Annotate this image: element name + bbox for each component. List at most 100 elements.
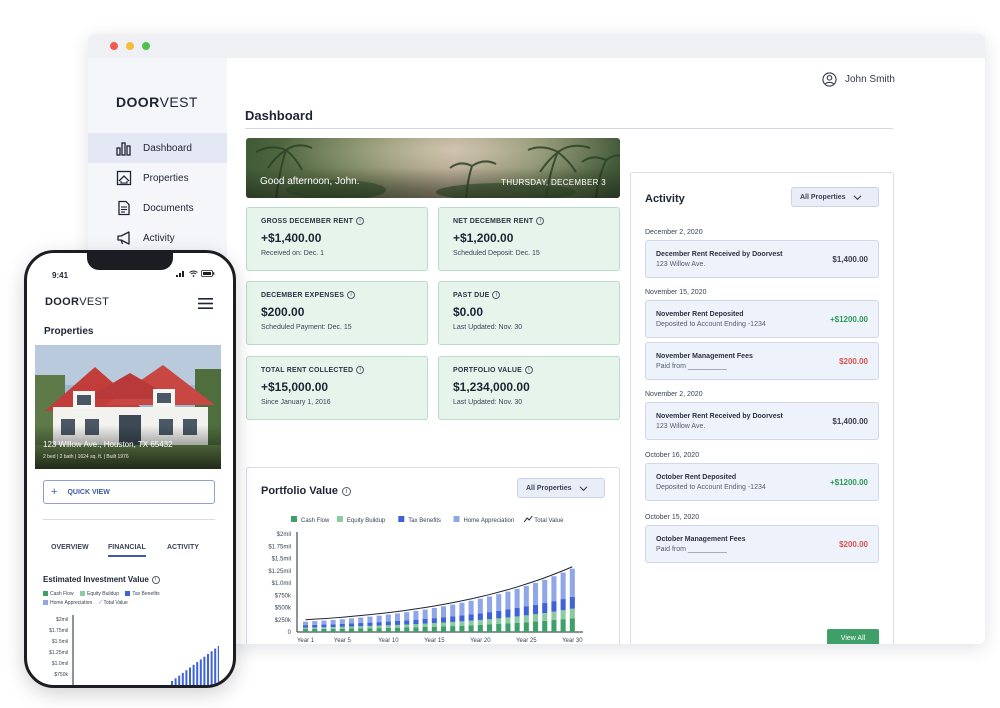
bar-segment: [395, 624, 401, 628]
activity-item[interactable]: October Rent Deposited Deposited to Acco…: [645, 463, 879, 501]
bar-segment: [496, 594, 502, 611]
info-icon[interactable]: i: [536, 217, 545, 225]
phone-page-title: Properties: [44, 326, 94, 337]
activity-item-desc: Paid from __________: [656, 546, 727, 553]
card-subtext: Scheduled Payment: Dec. 15: [261, 324, 352, 331]
close-window-button[interactable]: [110, 42, 118, 50]
y-tick-label: $1.25mil: [268, 569, 291, 575]
user-menu[interactable]: John Smith: [822, 72, 895, 87]
bar-segment: [367, 628, 373, 632]
bar-segment: [358, 623, 364, 627]
view-all-button[interactable]: View All: [827, 629, 879, 644]
info-icon[interactable]: i: [356, 217, 365, 225]
phone-bar: [174, 678, 177, 685]
activity-item-desc: Deposited to Account Ending -1234: [656, 484, 766, 491]
bar-segment: [404, 624, 410, 628]
bar-segment: [459, 625, 465, 632]
activity-item-amount: +$1200.00: [829, 478, 868, 487]
phone-bar: [199, 659, 202, 685]
activity-item[interactable]: December Rent Received by Doorvest 123 W…: [645, 240, 879, 278]
summary-card-past-due: PAST DUE i $0.00 Last Updated: Nov. 30: [438, 281, 620, 345]
x-tick-label: Year 5: [334, 638, 352, 644]
bar-segment: [404, 627, 410, 632]
summary-card-gross-rent: GROSS DECEMBER RENT i +$1,400.00 Received…: [246, 207, 428, 271]
activity-property-filter[interactable]: All Properties: [791, 187, 879, 207]
bar-segment: [514, 622, 520, 632]
quick-view-label: QUICK VIEW: [67, 488, 110, 496]
phone-bar: [210, 651, 213, 685]
activity-item[interactable]: October Management Fees Paid from ______…: [645, 525, 879, 563]
activity-item[interactable]: November Management Fees Paid from _____…: [645, 342, 879, 380]
bar-segment: [349, 618, 355, 624]
sidebar-item-dashboard[interactable]: Dashboard: [88, 133, 227, 163]
bar-segment: [569, 596, 575, 609]
activity-item-title: November Rent Received by Doorvest: [656, 413, 783, 420]
sidebar-item-activity[interactable]: Activity: [88, 223, 227, 253]
bar-segment: [339, 626, 345, 629]
summary-card-expenses: DECEMBER EXPENSES i $200.00 Scheduled Pay…: [246, 281, 428, 345]
summary-card-portfolio-value: PORTFOLIO VALUE i $1,234,000.00 Last Upda…: [438, 356, 620, 420]
bar-segment: [413, 627, 419, 632]
activity-item-title: October Management Fees: [656, 536, 746, 543]
activity-date: December 2, 2020: [645, 229, 703, 236]
activity-item[interactable]: November Rent Deposited Deposited to Acc…: [645, 300, 879, 338]
bar-segment: [487, 619, 493, 625]
info-icon[interactable]: i: [524, 366, 533, 374]
legend-label: Total Value: [534, 518, 564, 524]
info-icon[interactable]: i: [492, 291, 501, 299]
legend-swatch: [398, 516, 405, 522]
x-tick-label: Year 10: [378, 638, 399, 644]
sidebar-item-properties[interactable]: Properties: [88, 163, 227, 193]
activity-date: November 15, 2020: [645, 289, 707, 296]
hamburger-menu-icon[interactable]: [198, 298, 213, 309]
info-icon[interactable]: i: [151, 575, 160, 584]
bar-segment: [367, 625, 373, 629]
activity-item-desc: Deposited to Account Ending -1234: [656, 321, 766, 328]
card-value: +$15,000.00: [261, 380, 329, 394]
bar-segment: [496, 618, 502, 625]
plus-icon: +: [51, 486, 58, 498]
activity-item-desc: Paid from __________: [656, 363, 727, 370]
legend-cash-flow: Cash Flow: [43, 590, 74, 597]
info-icon[interactable]: i: [342, 486, 352, 496]
bar-segment: [450, 621, 456, 627]
y-tick-label: 0: [288, 630, 292, 636]
bar-segment: [551, 601, 557, 612]
bar-segment: [413, 619, 419, 625]
current-date: THURSDAY, DECEMBER 3: [501, 178, 606, 187]
card-label: GROSS DECEMBER RENT: [261, 217, 354, 225]
tab-overview[interactable]: OVERVIEW: [51, 544, 89, 551]
phone-bar: [171, 681, 173, 685]
tab-financial[interactable]: FINANCIAL: [108, 544, 146, 557]
page-title: Dashboard: [245, 108, 313, 123]
property-photo[interactable]: 123 Willow Ave., Houston, TX 65432 2 bed…: [35, 345, 221, 469]
minimize-window-button[interactable]: [126, 42, 134, 50]
quick-view-button[interactable]: + QUICK VIEW: [43, 480, 215, 504]
info-icon[interactable]: i: [356, 366, 365, 374]
bar-segment: [496, 624, 502, 632]
bar-segment: [422, 627, 428, 632]
bar-segment: [303, 629, 309, 632]
bar-segment: [330, 619, 336, 625]
bar-segment: [339, 628, 345, 632]
tab-activity[interactable]: ACTIVITY: [167, 544, 199, 551]
bar-segment: [321, 628, 327, 632]
greeting-text: Good afternoon, John.: [260, 176, 360, 187]
sidebar-item-documents[interactable]: Documents: [88, 193, 227, 223]
doorvest-logo[interactable]: DOORVEST: [45, 296, 109, 308]
bar-segment: [450, 616, 456, 622]
bar-segment: [376, 625, 382, 629]
bar-segment: [441, 606, 447, 618]
bar-segment: [477, 613, 483, 620]
bar-segment: [395, 620, 401, 625]
maximize-window-button[interactable]: [142, 42, 150, 50]
bar-chart-icon: [116, 142, 131, 156]
bar-segment: [551, 611, 557, 621]
activity-item[interactable]: November Rent Received by Doorvest 123 W…: [645, 402, 879, 440]
info-icon[interactable]: i: [347, 291, 356, 299]
portfolio-property-filter[interactable]: All Properties: [517, 478, 605, 498]
phone-clock: 9:41: [52, 271, 69, 280]
bar-segment: [468, 620, 474, 626]
doorvest-logo[interactable]: DOORVEST: [116, 94, 198, 110]
x-tick-label: Year 20: [470, 638, 491, 644]
